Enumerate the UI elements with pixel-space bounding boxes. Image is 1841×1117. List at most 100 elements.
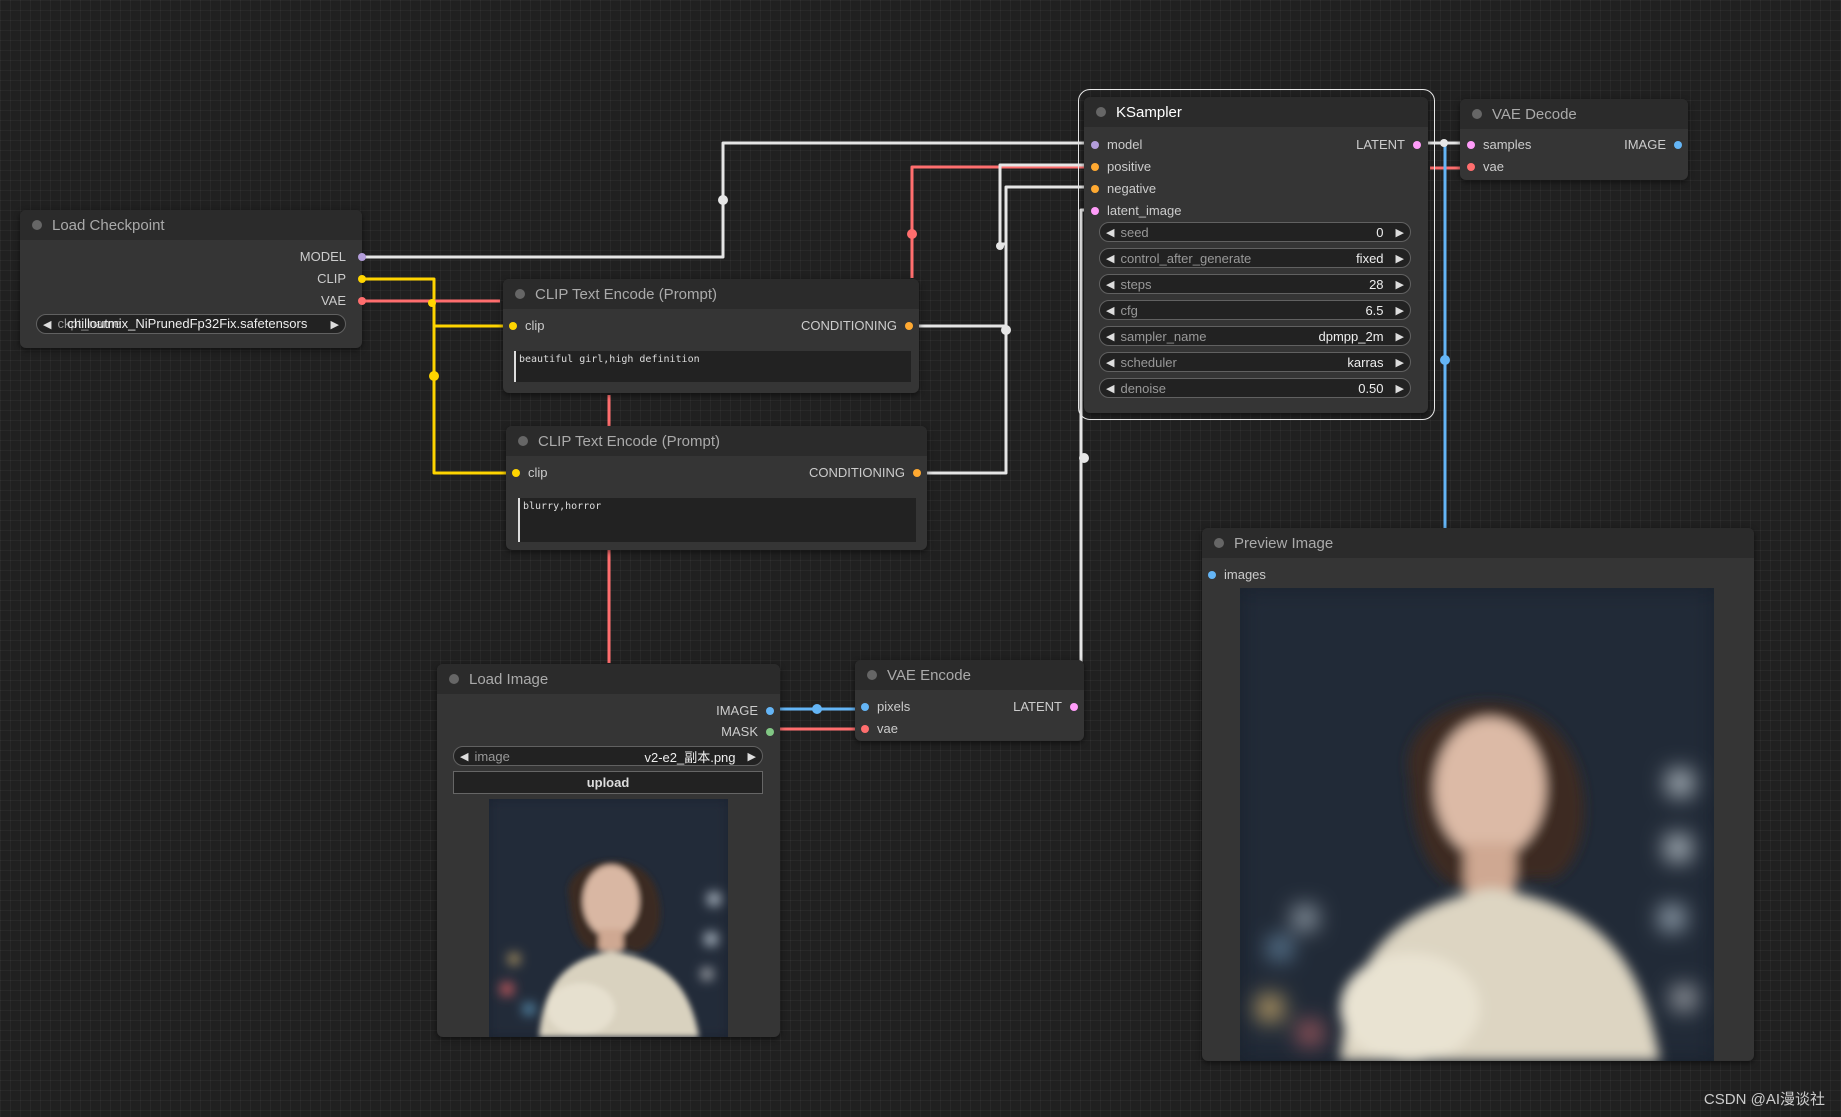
conditioning-pin-icon[interactable] [1091, 185, 1099, 193]
collapse-dot-icon[interactable] [1214, 538, 1224, 548]
conditioning-pin-icon[interactable] [905, 322, 913, 330]
arrow-left-icon[interactable]: ◀ [37, 318, 57, 331]
arrow-right-icon[interactable]: ▶ [1390, 330, 1410, 343]
output-clip[interactable]: CLIP [317, 271, 366, 287]
input-model[interactable]: model [1091, 137, 1142, 153]
upload-button[interactable]: upload [453, 771, 763, 794]
clip-pin-icon[interactable] [509, 322, 517, 330]
input-images[interactable]: images [1208, 567, 1266, 583]
collapse-dot-icon[interactable] [518, 436, 528, 446]
arrow-left-icon[interactable]: ◀ [1100, 252, 1120, 265]
latent-pin-icon[interactable] [1070, 703, 1078, 711]
output-latent[interactable]: LATENT [1356, 137, 1421, 153]
output-conditioning[interactable]: CONDITIONING [809, 465, 921, 481]
output-image[interactable]: IMAGE [1624, 137, 1682, 153]
node-title[interactable]: VAE Decode [1460, 99, 1688, 129]
denoise-widget[interactable]: ◀ denoise 0.50 ▶ [1099, 378, 1411, 398]
image-combo[interactable]: ◀ image v2-e2_副本.png ▶ [453, 746, 763, 766]
prompt-textarea[interactable]: beautiful girl,high definition [514, 351, 911, 382]
sampler-name-widget[interactable]: ◀ sampler_name dpmpp_2m ▶ [1099, 326, 1411, 346]
output-model[interactable]: MODEL [300, 249, 366, 265]
conditioning-pin-icon[interactable] [913, 469, 921, 477]
node-load-image[interactable]: Load Image IMAGE MASK ◀ image v2-e2_副本.p… [437, 664, 780, 1037]
output-conditioning[interactable]: CONDITIONING [801, 318, 913, 334]
input-samples[interactable]: samples [1467, 137, 1531, 153]
image-pin-icon[interactable] [1674, 141, 1682, 149]
latent-pin-icon[interactable] [1091, 207, 1099, 215]
arrow-left-icon[interactable]: ◀ [1100, 330, 1120, 343]
latent-pin-icon[interactable] [1467, 141, 1475, 149]
vae-pin-icon[interactable] [358, 297, 366, 305]
collapse-dot-icon[interactable] [449, 674, 459, 684]
node-vae-decode[interactable]: VAE Decode samples vae IMAGE [1460, 99, 1688, 180]
arrow-right-icon[interactable]: ▶ [1390, 226, 1410, 239]
collapse-dot-icon[interactable] [32, 220, 42, 230]
arrow-left-icon[interactable]: ◀ [1100, 382, 1120, 395]
slot-label: CLIP [317, 271, 346, 286]
model-pin-icon[interactable] [1091, 141, 1099, 149]
cfg-widget[interactable]: ◀ cfg 6.5 ▶ [1099, 300, 1411, 320]
steps-widget[interactable]: ◀ steps 28 ▶ [1099, 274, 1411, 294]
output-mask[interactable]: MASK [721, 724, 774, 740]
node-clip-text-encode-negative[interactable]: CLIP Text Encode (Prompt) clip CONDITION… [506, 426, 927, 550]
ckpt-name-combo[interactable]: ◀ ckpt_name chilloutmix_NiPrunedFp32Fix.… [36, 314, 346, 334]
node-title[interactable]: Load Checkpoint [20, 210, 362, 240]
latent-pin-icon[interactable] [1413, 141, 1421, 149]
conditioning-pin-icon[interactable] [1091, 163, 1099, 171]
arrow-right-icon[interactable]: ▶ [1390, 356, 1410, 369]
prompt-textarea[interactable]: blurry,horror [518, 498, 916, 542]
arrow-left-icon[interactable]: ◀ [1100, 304, 1120, 317]
node-load-checkpoint[interactable]: Load Checkpoint MODEL CLIP VAE ◀ ckpt_na… [20, 210, 366, 348]
input-clip[interactable]: clip [509, 318, 545, 334]
arrow-right-icon[interactable]: ▶ [742, 750, 762, 763]
model-pin-icon[interactable] [358, 253, 366, 261]
arrow-right-icon[interactable]: ▶ [1390, 304, 1410, 317]
arrow-right-icon[interactable]: ▶ [325, 318, 345, 331]
arrow-right-icon[interactable]: ▶ [1390, 382, 1410, 395]
node-title[interactable]: Load Image [437, 664, 780, 694]
input-pixels[interactable]: pixels [861, 699, 910, 715]
input-positive[interactable]: positive [1091, 159, 1151, 175]
arrow-right-icon[interactable]: ▶ [1390, 252, 1410, 265]
mask-pin-icon[interactable] [766, 728, 774, 736]
vae-pin-icon[interactable] [861, 725, 869, 733]
clip-pin-icon[interactable] [512, 469, 520, 477]
input-clip[interactable]: clip [512, 465, 548, 481]
output-latent[interactable]: LATENT [1013, 699, 1078, 715]
node-clip-text-encode-positive[interactable]: CLIP Text Encode (Prompt) clip CONDITION… [503, 279, 919, 393]
node-title[interactable]: CLIP Text Encode (Prompt) [503, 279, 919, 309]
slot-label: LATENT [1013, 699, 1062, 714]
scheduler-widget[interactable]: ◀ scheduler karras ▶ [1099, 352, 1411, 372]
arrow-left-icon[interactable]: ◀ [1100, 226, 1120, 239]
collapse-dot-icon[interactable] [1096, 107, 1106, 117]
collapse-dot-icon[interactable] [867, 670, 877, 680]
reroute-dot [429, 371, 439, 381]
arrow-left-icon[interactable]: ◀ [1100, 356, 1120, 369]
input-vae[interactable]: vae [861, 721, 898, 737]
output-vae[interactable]: VAE [321, 293, 366, 309]
clip-pin-icon[interactable] [358, 275, 366, 283]
arrow-right-icon[interactable]: ▶ [1390, 278, 1410, 291]
reroute-dot [812, 704, 822, 714]
node-title[interactable]: CLIP Text Encode (Prompt) [506, 426, 927, 456]
input-negative[interactable]: negative [1091, 181, 1156, 197]
vae-pin-icon[interactable] [1467, 163, 1475, 171]
image-pin-icon[interactable] [1208, 571, 1216, 579]
arrow-left-icon[interactable]: ◀ [454, 750, 474, 763]
collapse-dot-icon[interactable] [515, 289, 525, 299]
collapse-dot-icon[interactable] [1472, 109, 1482, 119]
control-after-generate-widget[interactable]: ◀ control_after_generate fixed ▶ [1099, 248, 1411, 268]
image-pin-icon[interactable] [861, 703, 869, 711]
node-ksampler[interactable]: KSampler model positive negative latent_… [1084, 97, 1428, 413]
input-vae[interactable]: vae [1467, 159, 1504, 175]
input-latent-image[interactable]: latent_image [1091, 203, 1181, 219]
arrow-left-icon[interactable]: ◀ [1100, 278, 1120, 291]
seed-widget[interactable]: ◀ seed 0 ▶ [1099, 222, 1411, 242]
node-preview-image[interactable]: Preview Image images [1202, 528, 1754, 1061]
output-image[interactable]: IMAGE [716, 703, 774, 719]
node-title[interactable]: VAE Encode [855, 660, 1084, 690]
node-title[interactable]: KSampler [1084, 97, 1428, 127]
node-title[interactable]: Preview Image [1202, 528, 1754, 558]
image-pin-icon[interactable] [766, 707, 774, 715]
node-vae-encode[interactable]: VAE Encode pixels vae LATENT [855, 660, 1084, 741]
